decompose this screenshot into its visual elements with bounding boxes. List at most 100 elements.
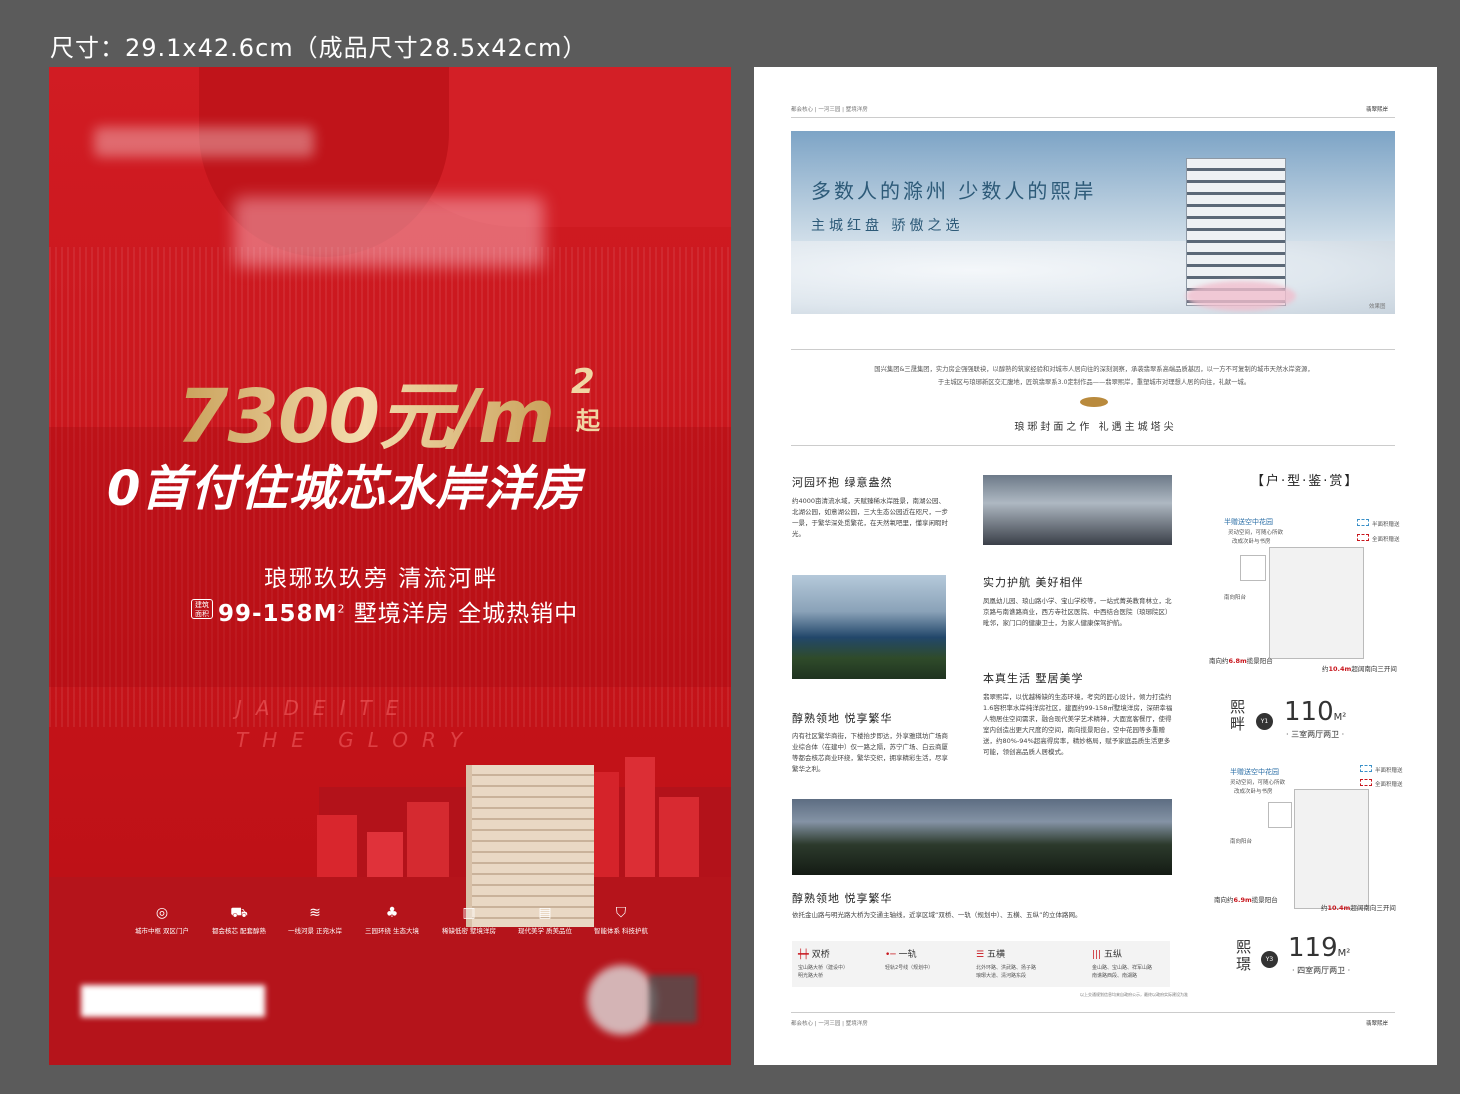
- legend-half-swatch: [1360, 765, 1372, 772]
- unit-1-code: Y1: [1256, 713, 1273, 730]
- unit-1-dim-2: 约10.4m超阔南向三开间: [1322, 665, 1397, 673]
- street-photo: [983, 475, 1172, 545]
- header-divider: [791, 117, 1395, 118]
- building-icon: ▥: [462, 905, 476, 921]
- feature-2: ⛟ 都会核芯 配套醇熟: [201, 905, 277, 935]
- section-4-text: 内有社区繁华商街，下楼抬步即达，外享雅琪坊广场商业综合体（在建中）仅一路之隔，苏…: [792, 732, 948, 773]
- traffic-note: 北外环路、洪武路、扬子路 琅琊大道、清河路东段: [976, 965, 1037, 979]
- legend-full: 全面积赠送: [1375, 782, 1403, 788]
- footer-divider: [791, 1012, 1395, 1013]
- banner-note: 效果图: [1369, 304, 1386, 310]
- unit-2-name: 熙 璟: [1236, 938, 1252, 973]
- legend-full: 全面积赠送: [1372, 537, 1400, 543]
- feature-label: 城市中枢 双区门户: [134, 927, 190, 935]
- red-poster: 7300元/m 2 起 0首付住城芯水岸洋房 琅琊玖玖旁 清流河畔 建筑面积 9…: [49, 67, 731, 1065]
- section-3-text: 翡翠熙岸，以优越稀缺的生态环境，考究的匠心设计，倾力打造约1.6容积率水岸纯洋房…: [983, 693, 1173, 756]
- hero-banner: 多数人的滁州 少数人的熙岸 主城红盘 骄傲之选 效果图: [791, 131, 1395, 314]
- floor-plan-y3-inset: [1268, 802, 1292, 828]
- flyer-header-right: 翡翠熙岸: [1366, 107, 1389, 113]
- unit-2-code: Y3: [1261, 951, 1278, 968]
- white-flyer: 都会核心 | 一河三园 | 墅境洋房 翡翠熙岸 多数人的滁州 少数人的熙岸 主城…: [754, 67, 1437, 1065]
- dim-value: 6.9m: [1233, 896, 1252, 904]
- traffic-note: 宝山路大桥（建设中） 明光路大桥: [798, 965, 849, 979]
- flyer-footer-left: 都会核心 | 一河三园 | 墅境洋房: [791, 1021, 868, 1027]
- unit-1-dim-1: 南向约6.8m揽景阳台: [1209, 657, 1273, 665]
- legend-half: 半面积赠送: [1372, 522, 1400, 528]
- traffic-bridges: ┿┿ 双桥宝山路大桥（建设中） 明光路大桥: [798, 947, 848, 980]
- banner-slogan-2: 主城红盘 骄傲之选: [811, 218, 964, 234]
- content-divider: [791, 445, 1395, 446]
- vertical-roads-icon: |||: [1092, 950, 1102, 960]
- section-3-title: 本真生活 墅居美学: [983, 672, 1084, 685]
- traffic-label: 五纵: [1103, 950, 1122, 960]
- intro-paragraph: 国兴集团&三晟集团，实力房企强强联袂，以醇熟的筑家经验和对城市人居向往的深刻洞察…: [809, 363, 1379, 389]
- traffic-note: 轻轨2号线（规划中）: [885, 965, 934, 971]
- plan-1-tag: 半赠送空中花园: [1224, 518, 1273, 526]
- flyer-footer-right: 翡翠熙岸: [1366, 1021, 1389, 1027]
- intro-slogan: 琅琊封面之作 礼遇主城塔尖: [1014, 422, 1177, 433]
- plan-2-tag: 半赠送空中花园: [1230, 768, 1279, 776]
- dim-value: 10.4m: [1328, 665, 1352, 673]
- tree-icon: ♣: [385, 905, 399, 921]
- feature-label: 稀缺低密 墅境洋房: [441, 927, 497, 935]
- location-icon: ◎: [155, 905, 169, 921]
- section-4-title: 醇熟领地 悦享繁华: [792, 712, 893, 725]
- traffic-vertical: ||| 五纵 金山路、宝山路、祥军山路 南谯路西段、南湖路: [1092, 947, 1152, 980]
- intro-line-2: 于主城区与琅琊新区交汇腹地，匠筑翡翠系3.0定制作品——翡翠熙岸，重塑城市对理想…: [937, 379, 1251, 386]
- plan-1-tag-sub1: 灵动空间，可随心所欲: [1228, 530, 1284, 536]
- section-5-text: 依托金山路与明光路大桥为交通主轴线，近享区域“双桥、一轨（规划中）、五横、五纵”…: [792, 911, 1082, 919]
- bridge-icon: ┿┿: [798, 950, 809, 960]
- feature-4: ♣ 三园环绕 生态大境: [354, 905, 430, 935]
- unit-2-desc: · 四室两厅两卫 ·: [1292, 966, 1351, 975]
- legend-half: 半面积赠送: [1375, 768, 1403, 774]
- unit-1-name: 熙 畔: [1230, 698, 1246, 733]
- plan-2-note: 南向阳台: [1230, 839, 1253, 845]
- blurred-qr-code: [649, 975, 697, 1023]
- feature-label: 一线河景 正宛水岸: [287, 927, 343, 935]
- feature-6: ▤ 现代美学 质美品位: [507, 905, 583, 935]
- intro-line-1: 国兴集团&三晟集团，实力房企强强联袂，以醇熟的筑家经验和对城市人居向往的深刻洞察…: [874, 366, 1314, 373]
- feature-5: ▥ 稀缺低密 墅境洋房: [431, 905, 507, 935]
- cloud-layer: [791, 241, 1395, 314]
- plan-2-tag-sub2: 改成次卧与书房: [1234, 789, 1273, 795]
- unit-types-title: 【户·型·鉴·赏】: [1251, 474, 1360, 489]
- feature-1: ◎ 城市中枢 双区门户: [124, 905, 200, 935]
- plan-2-tag-sub1: 灵动空间，可随心所欲: [1230, 780, 1286, 786]
- rail-icon: •─: [885, 950, 896, 960]
- intro-divider: [791, 349, 1395, 350]
- traffic-label: 一轨: [898, 950, 917, 960]
- feature-label: 智能体系 科技护航: [593, 927, 649, 935]
- blurred-logo-circle: [587, 965, 657, 1035]
- traffic-horizontal: ☰ 五横北外环路、洪武路、扬子路 琅琊大道、清河路东段: [976, 947, 1036, 980]
- water-icon: ≋: [309, 905, 321, 921]
- unit-2-dim-1: 南向约6.9m揽景阳台: [1214, 896, 1278, 904]
- feature-7: ⛉ 智能体系 科技护航: [583, 905, 659, 935]
- traffic-label: 五横: [986, 950, 1005, 960]
- section-2-title: 实力护航 美好相伴: [983, 576, 1084, 589]
- dim-value: 6.8m: [1228, 657, 1247, 665]
- feature-label: 三园环绕 生态大境: [364, 927, 420, 935]
- blurred-contact-box: [81, 985, 265, 1017]
- section-5-title: 醇熟领地 悦享繁华: [792, 892, 893, 905]
- shield-icon: ⛉: [615, 905, 627, 921]
- legend-full-swatch: [1360, 779, 1372, 786]
- feature-label: 现代美学 质美品位: [517, 927, 573, 935]
- unit-2-area: 119M²: [1288, 933, 1351, 963]
- cart-icon: ⛟: [230, 905, 248, 921]
- unit-1-area: 110M²: [1284, 697, 1347, 727]
- city-skyline-photo: [792, 799, 1172, 875]
- plan-1-note: 南向阳台: [1224, 595, 1247, 601]
- horizontal-roads-icon: ☰: [976, 950, 985, 960]
- dim-value: 10.4m: [1327, 904, 1351, 912]
- highlighted-building: [466, 765, 594, 927]
- plan-1-tag-sub2: 改成次卧与书房: [1232, 539, 1271, 545]
- legend-full-swatch: [1357, 534, 1369, 541]
- size-label: 尺寸：29.1x42.6cm（成品尺寸28.5x42cm）: [50, 34, 588, 62]
- traffic-disclaimer: 以上交通规划信息均来自政府公示，最终以政府实际建设为准: [1080, 992, 1188, 997]
- legend-half-swatch: [1357, 519, 1369, 526]
- section-1-text: 约4000亩清流水域，天赋臻稀水岸胜景，南湖公园、北湖公园，如意湖公园，三大生态…: [792, 497, 948, 538]
- blossom-tree: [1186, 281, 1296, 311]
- traffic-label: 双桥: [811, 950, 830, 960]
- unit-1-desc: · 三室两厅两卫 ·: [1286, 730, 1345, 739]
- feature-3: ≋ 一线河景 正宛水岸: [277, 905, 353, 935]
